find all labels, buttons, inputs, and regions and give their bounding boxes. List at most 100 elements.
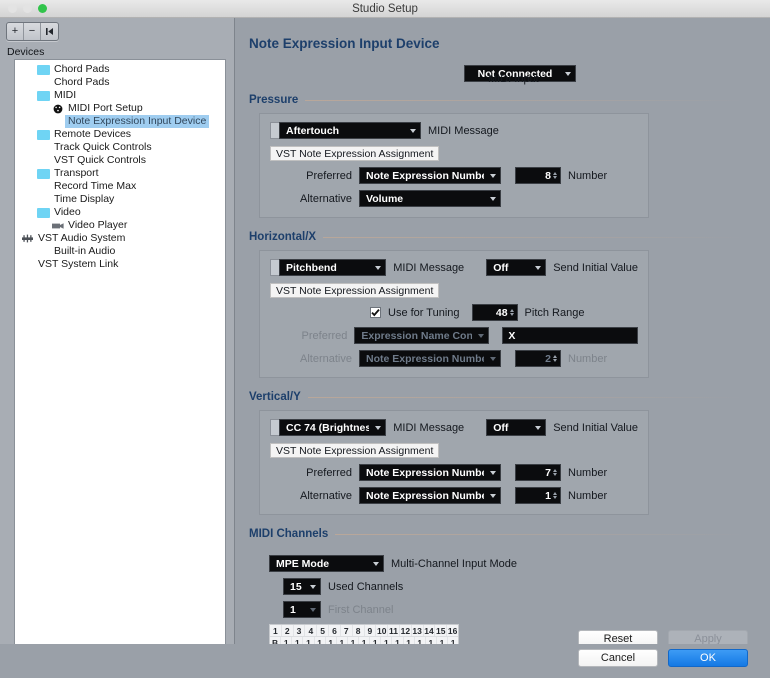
number-label: Number [568, 352, 608, 365]
section-vertical-y: Vertical/Y CC 74 (Brightness ) MIDI Messag… [249, 391, 748, 515]
drag-handle[interactable] [270, 419, 279, 436]
pressure-alternative-select[interactable]: Volume [359, 190, 501, 207]
channel-header-cell: 12 [400, 625, 412, 636]
sidebar-item-vst-quick-controls[interactable]: VST Quick Controls [15, 154, 225, 167]
sidebar-item-record-time-max[interactable]: Record Time Max [15, 180, 225, 193]
sidebar-item-chord-pads[interactable]: Chord Pads [15, 63, 225, 76]
section-title: Vertical/Y [249, 391, 301, 403]
ok-button[interactable]: OK [668, 649, 748, 667]
vst-note-expression-assignment-label: VST Note Expression Assignment [270, 283, 440, 298]
first-channel-select[interactable]: 1 [283, 601, 321, 618]
pressure-preferred-number-field[interactable]: 8 [515, 167, 561, 184]
sidebar-item-video[interactable]: Video [15, 206, 225, 219]
horizontal-x-alternative-select[interactable]: Note Expression Number [359, 350, 501, 367]
sidebar-item-time-display[interactable]: Time Display [15, 193, 225, 206]
preferred-label: Preferred [301, 329, 348, 342]
chevron-down-icon [490, 173, 496, 178]
used-channels-select[interactable]: 15 [283, 578, 321, 595]
sidebar-item-chord-pads[interactable]: Chord Pads [15, 76, 225, 89]
vertical-y-midi-message-select[interactable]: CC 74 (Brightness ) [279, 419, 387, 436]
drag-handle[interactable] [270, 259, 279, 276]
folder-icon [37, 90, 50, 101]
horizontal-x-alternative-number-field[interactable]: 2 [515, 350, 561, 367]
devices-tree[interactable]: Chord Pads Chord Pads MIDI MIDI Port Setup N… [14, 59, 226, 678]
midi-port-icon [51, 104, 64, 114]
channel-map-header-row: 1 2 3 4 5 6 7 8 9 10 11 12 13 14 15 16 [270, 625, 458, 637]
sidebar-item-label: MIDI [54, 89, 77, 101]
cancel-button[interactable]: Cancel [578, 649, 658, 667]
stepper-arrows[interactable] [553, 469, 557, 476]
vertical-y-preferred-select[interactable]: Note Expression Number [359, 464, 501, 481]
sidebar-item-label: Record Time Max [54, 180, 137, 192]
expression-sections: Pressure Aftertouch MIDI Message VST Note E… [249, 94, 748, 528]
folder-icon [37, 64, 50, 75]
sidebar-item-vst-audio-system[interactable]: VST Audio System [15, 232, 225, 245]
stepper-arrows[interactable] [553, 355, 557, 362]
horizontal-x-panel: Pitchbend MIDI Message Off Send Initial Val… [259, 250, 649, 378]
sidebar-item-label: VST Audio System [38, 232, 126, 244]
horizontal-x-midi-message-select[interactable]: Pitchbend [279, 259, 387, 276]
channel-header-cell: 1 [270, 625, 282, 636]
number-label: Number [568, 169, 608, 182]
stepper-arrows[interactable] [553, 172, 557, 179]
horizontal-x-pitch-range-field[interactable]: 48 [471, 304, 518, 321]
horizontal-x-preferred-text-field[interactable]: X [502, 327, 638, 344]
sidebar-item-built-in-audio[interactable]: Built-in Audio [15, 245, 225, 258]
maximize-window-icon[interactable] [38, 4, 47, 13]
sidebar-item-label: Video [54, 206, 81, 218]
chevron-down-icon [565, 71, 571, 76]
multi-channel-input-mode-label: Multi-Channel Input Mode [391, 557, 517, 570]
pressure-midi-message-select[interactable]: Aftertouch [279, 122, 421, 139]
pressure-preferred-row: Preferred Note Expression Number 8 Number [270, 167, 638, 184]
horizontal-x-preferred-select[interactable]: Expression Name Contains [354, 327, 490, 344]
chevron-down-icon [490, 470, 496, 475]
sidebar-item-transport[interactable]: Transport [15, 167, 225, 180]
multi-channel-input-mode-select[interactable]: MPE Mode [269, 555, 384, 572]
sidebar-item-video-player[interactable]: Video Player [15, 219, 225, 232]
sidebar-item-label: Transport [54, 167, 99, 179]
used-channels-label: Used Channels [328, 580, 404, 593]
stepper-arrows[interactable] [509, 309, 514, 316]
sidebar-item-label: VST System Link [38, 258, 119, 270]
alternative-label: Alternative [300, 489, 352, 502]
sidebar-item-label: VST Quick Controls [54, 154, 147, 166]
chevron-down-icon [410, 128, 416, 133]
channel-header-cell: 10 [376, 625, 389, 636]
sidebar-toolbar-buttons: + − [6, 22, 59, 41]
pressure-preferred-select[interactable]: Note Expression Number [359, 167, 501, 184]
add-device-button[interactable]: + [7, 23, 24, 40]
channel-header-cell: 4 [305, 625, 318, 636]
use-for-tuning-checkbox[interactable] [370, 307, 381, 318]
sidebar-item-midi-port-setup[interactable]: MIDI Port Setup [15, 102, 225, 115]
minimize-window-icon[interactable] [23, 4, 32, 13]
folder-icon [37, 168, 50, 179]
vertical-y-send-initial-value-select[interactable]: Off [486, 419, 547, 436]
traffic-light-group [0, 4, 47, 13]
sidebar-item-label: Time Display [54, 193, 115, 205]
section-horizontal-x: Horizontal/X Pitchbend MIDI Message Off Send… [249, 231, 748, 378]
devices-column-header: Devices [0, 44, 234, 59]
sidebar-item-track-quick-controls[interactable]: Track Quick Controls [15, 141, 225, 154]
checkmark-icon [371, 309, 380, 317]
vertical-y-alternative-number-field[interactable]: 1 [515, 487, 561, 504]
send-initial-value-label: Send Initial Value [553, 421, 638, 434]
sidebar-item-note-expression-input-device[interactable]: Note Expression Input Device [15, 115, 225, 128]
chevron-down-icon [535, 425, 542, 430]
sidebar-item-vst-system-link[interactable]: VST System Link [15, 258, 225, 271]
channel-header-cell: 9 [365, 625, 377, 636]
vertical-y-alternative-select[interactable]: Note Expression Number [359, 487, 501, 504]
stepper-arrows[interactable] [553, 492, 557, 499]
reset-devices-button[interactable] [41, 23, 58, 40]
section-title: MIDI Channels [249, 528, 329, 540]
vertical-y-preferred-number-field[interactable]: 7 [515, 464, 561, 481]
drag-handle[interactable] [270, 122, 279, 139]
horizontal-x-send-initial-value-select[interactable]: Off [486, 259, 547, 276]
first-channel-label: First Channel [328, 603, 394, 616]
no-icon [51, 117, 64, 127]
remove-device-button[interactable]: − [24, 23, 41, 40]
vst-note-expression-assignment-label: VST Note Expression Assignment [270, 443, 440, 458]
sidebar-item-midi[interactable]: MIDI [15, 89, 225, 102]
close-window-icon[interactable] [8, 4, 17, 13]
sidebar-item-remote-devices[interactable]: Remote Devices [15, 128, 225, 141]
folder-icon [37, 207, 50, 218]
